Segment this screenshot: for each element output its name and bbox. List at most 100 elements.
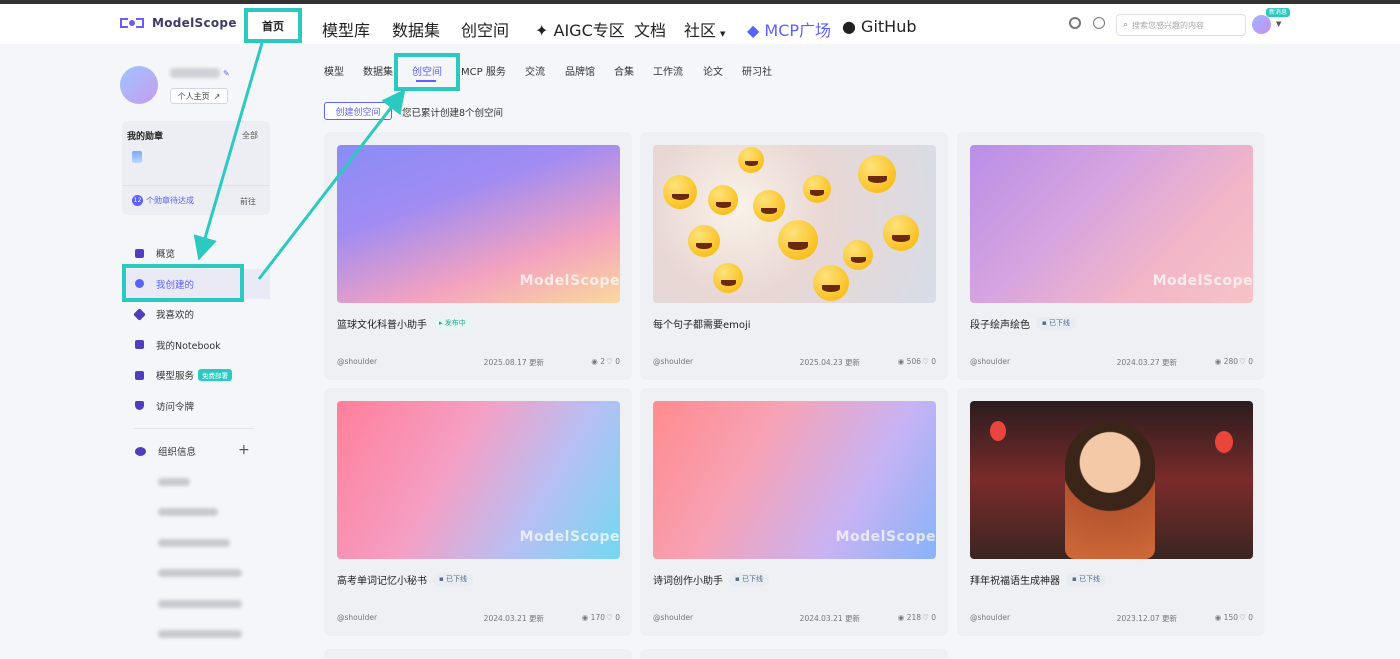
card-author[interactable]: @shoulder [970,357,1010,366]
status-label: 已下线 [1078,575,1100,583]
card-date: 2025.08.17 更新 [483,358,544,367]
eye-icon: ◉ [897,613,907,622]
nav-studios[interactable]: 创空间 [461,17,509,41]
studio-card[interactable]: 拜年祝福语生成神器 ▪ 已下线 @shoulder 2023.12.07 更新 ◉ 1… [957,388,1265,636]
card-title[interactable]: 段子绘声绘色 [970,316,1030,331]
profile-avatar[interactable] [120,66,158,104]
card-likes[interactable]: ♡ 0 [1239,613,1253,622]
search-input[interactable]: ⌕ 搜索您感兴趣的内容 [1116,14,1246,36]
sidebar-item-model-service[interactable]: 模型服务 免费部署 [122,360,270,391]
tab-workflows[interactable]: 工作流 [653,63,683,78]
card-likes[interactable]: ♡ 0 [922,613,936,622]
org-item-blurred[interactable] [158,630,242,638]
card-author[interactable]: @shoulder [970,613,1010,622]
card-author[interactable]: @shoulder [337,357,377,366]
medal-pending-label[interactable]: 个勋章待达成 [146,195,194,206]
nav-datasets[interactable]: 数据集 [392,17,440,41]
org-item-blurred[interactable] [158,539,230,547]
card-title[interactable]: 高考单词记忆小秘书 [337,572,427,587]
likes-count: 0 [931,613,936,622]
team-icon [135,446,146,456]
home-icon [135,248,144,258]
card-title[interactable]: 诗词创作小助手 [653,572,723,587]
chevron-down-icon: ▼ [720,30,726,38]
studio-card-peek[interactable] [640,649,948,659]
medal-all-link[interactable]: 全部 [242,130,258,141]
nav-aigc[interactable]: ✦ AIGC专区 [535,17,625,41]
card-author[interactable]: @shoulder [653,357,693,366]
card-author[interactable]: @shoulder [653,613,693,622]
emoji-icon [753,190,785,222]
sidebar-item-liked[interactable]: 我喜欢的 [122,299,270,330]
card-likes[interactable]: ♡ 0 [1239,357,1253,366]
add-org-icon[interactable]: + [238,442,250,458]
medal-go-link[interactable]: 前往 [240,196,256,207]
sidebar-item-access-token[interactable]: 访问令牌 [122,391,270,422]
cube-icon [135,370,144,380]
lantern-icon [990,421,1006,441]
studio-card[interactable]: 每个句子都需要emoji @shoulder 2025.04.23 更新 ◉ 506… [640,132,948,380]
emoji-icon [713,263,743,293]
views-count: 150 [1223,613,1238,622]
language-icon[interactable] [1093,17,1105,29]
emoji-icon [813,265,849,301]
card-title[interactable]: 每个句子都需要emoji [653,316,751,331]
card-title[interactable]: 拜年祝福语生成神器 [970,572,1060,587]
nav-github[interactable]: ● GitHub [842,17,917,36]
heart-icon: ♡ [606,613,616,622]
org-info-header[interactable]: 组织信息 [135,444,196,458]
heart-icon: ♡ [606,357,616,366]
org-item-blurred[interactable] [158,600,242,608]
nav-home[interactable]: 首页 [244,8,302,43]
org-item-blurred[interactable] [158,569,242,577]
user-avatar[interactable] [1252,15,1271,34]
create-studio-button[interactable]: 创建创空间 [324,102,392,120]
chevron-down-icon[interactable]: ▼ [1276,20,1281,28]
card-cover: ModelScope [653,401,936,559]
logo-text: ModelScope [152,16,237,30]
medal-icon [132,151,142,163]
sidebar-item-notebook[interactable]: 我的Notebook [122,330,270,361]
card-title[interactable]: 篮球文化科普小助手 [337,316,427,331]
new-message-badge[interactable]: 新消息 [1266,8,1291,17]
studio-card[interactable]: ModelScope 高考单词记忆小秘书 ▪ 已下线 @shoulder 2024.… [324,388,632,636]
edit-icon[interactable]: ✎ [223,69,230,78]
github-icon: ● [842,17,862,36]
personal-home-button[interactable]: 个人主页 ↗ [170,88,228,104]
views-count: 218 [906,613,921,622]
card-cover: ModelScope [337,145,620,303]
tab-papers[interactable]: 论文 [703,63,723,78]
tab-brands[interactable]: 品牌馆 [565,63,595,78]
nav-community[interactable]: 社区 ▼ [684,17,725,41]
notebook-icon [135,340,144,350]
tab-mcp[interactable]: MCP 服务 [461,63,506,78]
card-likes[interactable]: ♡ 0 [922,357,936,366]
tab-discussion[interactable]: 交流 [525,63,545,78]
card-author[interactable]: @shoulder [337,613,377,622]
tab-academy[interactable]: 研习社 [742,63,772,78]
nav-docs[interactable]: 文档 [634,17,666,41]
tab-models[interactable]: 模型 [324,63,344,78]
org-item-blurred[interactable] [158,478,190,486]
studio-card[interactable]: ModelScope 段子绘声绘色 ▪ 已下线 @shoulder 2024.03.… [957,132,1265,380]
nav-models[interactable]: 模型库 [322,17,370,41]
studio-card-peek[interactable] [324,649,632,659]
status-badge: ▪ 已下线 [729,573,769,586]
divider [134,428,254,429]
card-likes[interactable]: ♡ 0 [606,613,620,622]
card-likes[interactable]: ♡ 0 [606,357,620,366]
card-date: 2024.03.21 更新 [799,614,860,623]
org-item-blurred[interactable] [158,508,218,516]
theme-toggle-icon[interactable] [1069,17,1081,29]
studio-card[interactable]: ModelScope 篮球文化科普小助手 ▸ 发布中 @shoulder 2025.… [324,132,632,380]
personal-home-label: 个人主页 [177,91,210,101]
likes-count: 0 [1248,613,1253,622]
nav-mcp[interactable]: ◆ MCP广场 [747,17,831,41]
tab-collections[interactable]: 合集 [614,63,634,78]
modelscope-logo[interactable]: ModelScope [120,16,237,30]
status-label: 已下线 [445,575,467,583]
shield-icon [135,401,144,411]
tab-datasets[interactable]: 数据集 [363,63,393,78]
studio-card[interactable]: ModelScope 诗词创作小助手 ▪ 已下线 @shoulder 2024.03… [640,388,948,636]
card-date: 2023.12.07 更新 [1116,614,1177,623]
